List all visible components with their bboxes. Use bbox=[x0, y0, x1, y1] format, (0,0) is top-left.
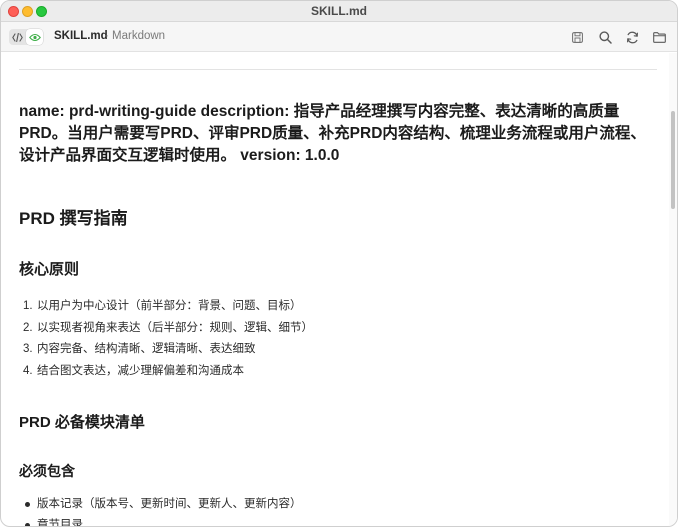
code-view-icon bbox=[12, 32, 23, 42]
list-item: 章节目录 bbox=[23, 518, 302, 527]
list-item-text: 内容完备、结构清晰、逻辑清晰、表达细致 bbox=[37, 343, 256, 355]
list-number: 1. bbox=[23, 300, 33, 312]
modules-list: 版本记录（版本号、更新时间、更新人、更新内容） 章节目录 bbox=[23, 497, 302, 527]
frontmatter-description: name: prd-writing-guide description: 指导产… bbox=[19, 103, 646, 164]
search-button[interactable] bbox=[598, 30, 612, 44]
app-window: SKILL.md SKILL.md · Markdown name: prd-w… bbox=[0, 0, 678, 527]
refresh-button[interactable] bbox=[625, 30, 639, 44]
subsection-heading-must-include: 必须包含 bbox=[19, 463, 75, 479]
list-item: 4. 结合图文表达，减少理解偏差和沟通成本 bbox=[23, 364, 313, 386]
list-item: 2. 以实现者视角来表达（后半部分：规则、逻辑、细节） bbox=[23, 321, 313, 343]
open-folder-button[interactable] bbox=[652, 30, 666, 44]
list-item: 1. 以用户为中心设计（前半部分：背景、问题、目标） bbox=[23, 299, 313, 321]
principles-list: 1. 以用户为中心设计（前半部分：背景、问题、目标） 2. 以实现者视角来表达（后半… bbox=[23, 299, 313, 385]
save-icon bbox=[571, 31, 583, 43]
markdown-preview[interactable]: name: prd-writing-guide description: 指导产… bbox=[1, 53, 671, 527]
list-item-text: 以实现者视角来表达（后半部分：规则、逻辑、细节） bbox=[37, 321, 313, 334]
file-type: · Markdown bbox=[105, 30, 166, 42]
horizontal-rule bbox=[19, 69, 657, 70]
section-heading-core-principles: 核心原则 bbox=[19, 261, 80, 278]
list-item: 版本记录（版本号、更新时间、更新人、更新内容） bbox=[23, 497, 302, 518]
document-title: PRD 撰写指南 bbox=[19, 209, 128, 228]
file-name: SKILL.md bbox=[54, 30, 108, 42]
title-bar: SKILL.md bbox=[1, 1, 677, 22]
list-item-text: 结合图文表达，减少理解偏差和沟通成本 bbox=[37, 364, 244, 377]
list-number: 3. bbox=[23, 343, 33, 355]
scrollbar-track[interactable] bbox=[669, 53, 677, 526]
list-number: 2. bbox=[23, 321, 33, 334]
list-item-text: 版本记录（版本号、更新时间、更新人、更新内容） bbox=[37, 498, 302, 510]
search-icon bbox=[598, 30, 612, 44]
preview-button[interactable] bbox=[26, 29, 43, 45]
save-button[interactable] bbox=[570, 30, 584, 44]
folder-icon bbox=[652, 31, 666, 43]
list-item-text: 以用户为中心设计（前半部分：背景、问题、目标） bbox=[37, 300, 302, 312]
view-mode-toggle bbox=[9, 29, 43, 45]
refresh-icon bbox=[626, 31, 638, 43]
preview-eye-icon bbox=[28, 33, 41, 41]
list-number: 4. bbox=[23, 364, 33, 377]
list-item: 3. 内容完备、结构清晰、逻辑清晰、表达细致 bbox=[23, 342, 313, 364]
code-view-button[interactable] bbox=[9, 29, 26, 45]
toolbar: SKILL.md · Markdown bbox=[1, 22, 677, 52]
scrollbar-thumb[interactable] bbox=[671, 111, 675, 209]
list-item-text: 章节目录 bbox=[37, 519, 83, 527]
section-heading-required-modules: PRD 必备模块清单 bbox=[19, 414, 145, 431]
window-title: SKILL.md bbox=[311, 4, 367, 18]
